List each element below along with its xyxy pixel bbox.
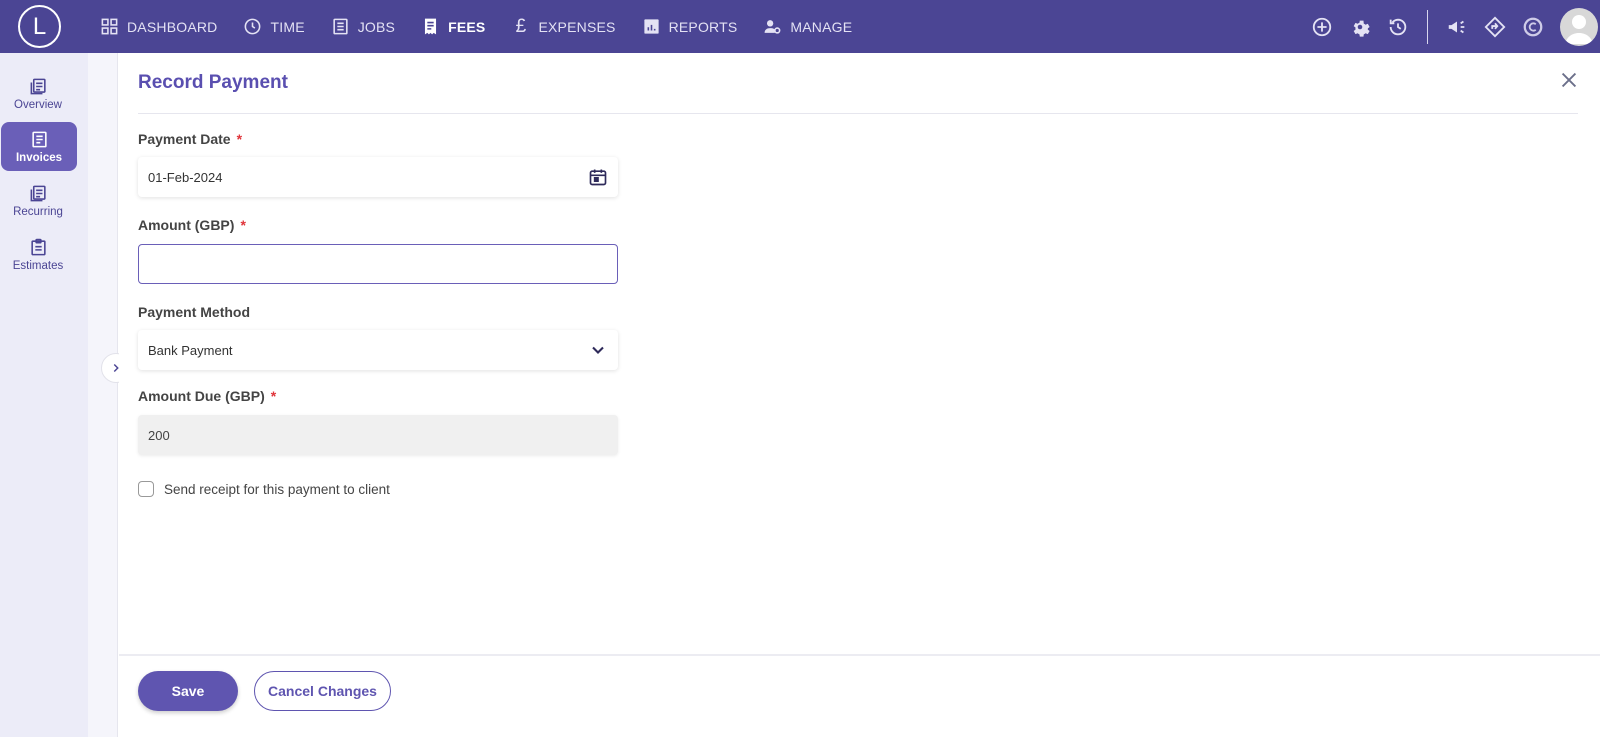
- payment-date-label: Payment Date *: [138, 131, 242, 147]
- nav-label: REPORTS: [668, 18, 738, 35]
- nav-item-dashboard[interactable]: DASHBOARD: [100, 0, 217, 53]
- footer-divider: [119, 654, 1600, 656]
- close-icon[interactable]: [1558, 69, 1580, 91]
- label-text: Payment Date: [138, 131, 231, 147]
- sidebar-item-label: Estimates: [12, 259, 64, 272]
- nav-item-time[interactable]: TIME: [243, 0, 305, 53]
- toolbar-right: [1303, 0, 1600, 53]
- amount-due-field: 200: [138, 415, 618, 455]
- nav-label: MANAGE: [790, 18, 853, 35]
- add-icon[interactable]: [1311, 16, 1333, 38]
- save-button[interactable]: Save: [138, 671, 238, 711]
- sidebar-item-estimates[interactable]: Estimates: [0, 230, 76, 279]
- directions-icon[interactable]: [1484, 16, 1506, 38]
- sidebar-gutter: [88, 53, 118, 737]
- label-text: Amount (GBP): [138, 217, 235, 233]
- top-navigation-bar: L DASHBOARD TIME JOBS FEES £ EXPENSES RE…: [0, 0, 1600, 53]
- send-receipt-label[interactable]: Send receipt for this payment to client: [164, 482, 390, 497]
- required-marker: *: [236, 131, 243, 147]
- label-text: Payment Method: [138, 304, 251, 320]
- payment-method-value: Bank Payment: [148, 342, 233, 358]
- estimates-icon: [30, 238, 46, 255]
- invoices-icon: [31, 131, 47, 147]
- nav-label: EXPENSES: [538, 18, 616, 35]
- nav-item-manage[interactable]: MANAGE: [763, 0, 852, 53]
- record-payment-panel: Record Payment Payment Date * 01-Feb-2024…: [119, 53, 1600, 737]
- required-marker: *: [270, 388, 277, 404]
- gear-icon[interactable]: [1349, 16, 1371, 38]
- toolbar-divider: [1427, 9, 1428, 44]
- amount-field[interactable]: [138, 244, 618, 284]
- nav-item-reports[interactable]: REPORTS: [642, 0, 738, 53]
- pound-icon: £: [515, 15, 527, 37]
- manage-icon: [764, 20, 781, 34]
- dashboard-icon: [101, 18, 118, 35]
- label-text: Amount Due (GBP): [138, 388, 265, 404]
- currency-c-icon[interactable]: [1522, 16, 1544, 38]
- send-receipt-checkbox[interactable]: [138, 481, 154, 497]
- nav-label: TIME: [270, 18, 305, 35]
- recurring-icon: [30, 185, 46, 201]
- avatar[interactable]: [1560, 7, 1598, 46]
- sidebar-item-invoices[interactable]: Invoices: [1, 122, 77, 171]
- megaphone-icon[interactable]: [1446, 16, 1468, 38]
- payment-method-label: Payment Method: [138, 304, 250, 320]
- sidebar-item-label: Invoices: [15, 151, 63, 164]
- amount-due-label: Amount Due (GBP) *: [138, 388, 276, 404]
- clock-icon: [245, 18, 261, 35]
- reports-icon: [643, 19, 659, 34]
- nav-item-expenses[interactable]: £ EXPENSES: [511, 0, 616, 53]
- sidebar-item-label: Overview: [14, 98, 62, 111]
- payment-date-value: 01-Feb-2024: [148, 169, 223, 185]
- payment-method-select[interactable]: Bank Payment: [138, 330, 618, 370]
- receipt-icon: [425, 18, 437, 35]
- page-title: Record Payment: [138, 72, 288, 93]
- nav-label: JOBS: [357, 18, 396, 35]
- amount-due-value: 200: [148, 427, 170, 443]
- overview-icon: [30, 78, 46, 94]
- chevron-down-icon[interactable]: [588, 340, 608, 360]
- amount-label: Amount (GBP) *: [138, 217, 246, 233]
- nav-item-fees[interactable]: FEES: [421, 0, 485, 53]
- sidebar-item-overview[interactable]: Overview: [0, 69, 76, 118]
- payment-date-field[interactable]: 01-Feb-2024: [138, 157, 618, 197]
- cancel-changes-button[interactable]: Cancel Changes: [254, 671, 391, 711]
- sidebar-item-recurring[interactable]: Recurring: [0, 176, 76, 225]
- header-divider: [138, 113, 1578, 114]
- amount-input[interactable]: [149, 245, 607, 283]
- history-icon[interactable]: [1387, 16, 1409, 38]
- main-nav: DASHBOARD TIME JOBS FEES £ EXPENSES REPO…: [100, 0, 878, 53]
- nav-item-jobs[interactable]: JOBS: [331, 0, 395, 53]
- sidebar-item-label: Recurring: [13, 205, 63, 218]
- jobs-icon: [333, 18, 348, 35]
- calendar-icon[interactable]: [588, 167, 608, 187]
- send-receipt-row: Send receipt for this payment to client: [138, 481, 390, 497]
- nav-label: DASHBOARD: [127, 18, 218, 35]
- app-logo[interactable]: L: [18, 5, 61, 48]
- sub-sidebar: Overview Invoices Recurring Estimates: [0, 53, 88, 737]
- required-marker: *: [240, 217, 246, 233]
- nav-label: FEES: [448, 18, 486, 35]
